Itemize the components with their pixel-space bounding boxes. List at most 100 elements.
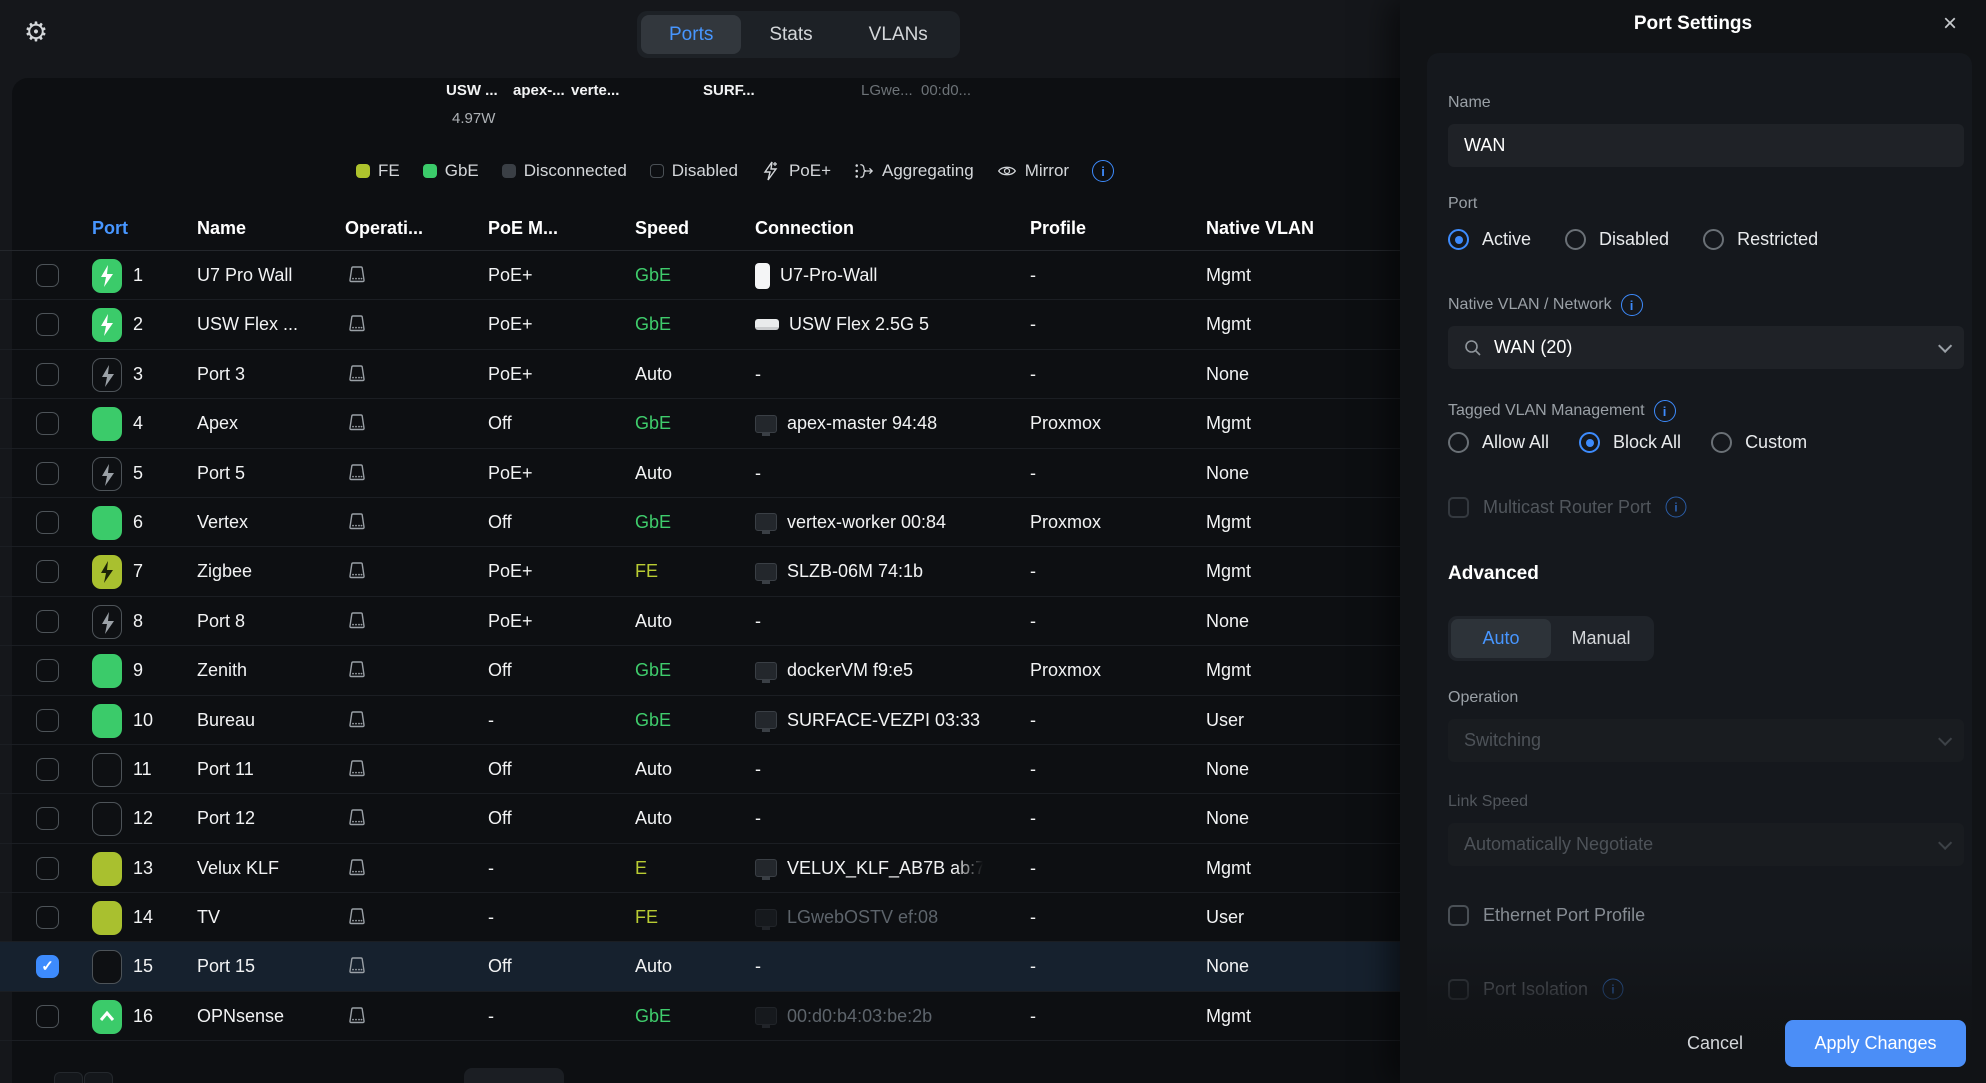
col-connection[interactable]: Connection <box>755 205 854 251</box>
table-row[interactable]: 7 Zigbee PoE+ FE SLZB-06M 74:1b - Mgmt <box>0 547 1400 596</box>
device-label[interactable]: apex-... <box>513 82 565 99</box>
radio-block-all[interactable]: Block All <box>1579 432 1681 453</box>
native-vlan-select[interactable]: WAN (20) <box>1448 326 1964 369</box>
switch-device-icon <box>345 264 369 288</box>
apply-changes-button[interactable]: Apply Changes <box>1785 1020 1966 1067</box>
row-checkbox[interactable] <box>36 610 59 633</box>
port-number: 3 <box>133 350 143 399</box>
table-row[interactable]: 9 Zenith Off GbE dockerVM f9:e5 Proxmox … <box>0 646 1400 695</box>
radio-label: Block All <box>1613 432 1681 453</box>
poe-mode: PoE+ <box>488 547 533 596</box>
tagged-vlan-label-text: Tagged VLAN Management <box>1448 402 1645 420</box>
col-name[interactable]: Name <box>197 205 246 251</box>
radio-allow-all[interactable]: Allow All <box>1448 432 1549 453</box>
device-label[interactable]: LGwe... <box>861 82 913 99</box>
table-row[interactable]: 1 U7 Pro Wall PoE+ GbE U7-Pro-Wall - Mgm… <box>0 251 1400 300</box>
close-icon[interactable]: × <box>1934 8 1966 40</box>
row-checkbox[interactable] <box>36 462 59 485</box>
switch-device-icon <box>345 807 369 831</box>
device-label[interactable]: 00:d0... <box>921 82 971 99</box>
col-poe-mode[interactable]: PoE M... <box>488 205 558 251</box>
link-speed-select[interactable]: Automatically Negotiate <box>1448 823 1964 866</box>
row-checkbox[interactable] <box>36 659 59 682</box>
radio-custom[interactable]: Custom <box>1711 432 1807 453</box>
poe-mode: Off <box>488 498 512 547</box>
row-checkbox[interactable] <box>36 1005 59 1028</box>
segment-manual[interactable]: Manual <box>1551 619 1651 658</box>
table-row[interactable]: 4 Apex Off GbE apex-master 94:48 Proxmox… <box>0 399 1400 448</box>
table-row[interactable]: 15 Port 15 Off Auto - - None <box>0 942 1400 991</box>
settings-gear-icon[interactable]: ⚙ <box>18 14 54 50</box>
table-row[interactable]: 6 Vertex Off GbE vertex-worker 00:84 Pro… <box>0 498 1400 547</box>
device-label[interactable]: verte... <box>571 82 619 99</box>
operation-select[interactable]: Switching <box>1448 719 1964 762</box>
table-row[interactable]: 5 Port 5 PoE+ Auto - - None <box>0 449 1400 498</box>
table-row[interactable]: 3 Port 3 PoE+ Auto - - None <box>0 350 1400 399</box>
table-row[interactable]: 13 Velux KLF - E VELUX_KLF_AB7B ab:7 - M… <box>0 844 1400 893</box>
port-status-icon <box>92 605 122 639</box>
table-row[interactable]: 11 Port 11 Off Auto - - None <box>0 745 1400 794</box>
port-name: Port 15 <box>197 942 255 991</box>
table-row[interactable]: 10 Bureau - GbE SURFACE-VEZPI 03:33 - Us… <box>0 696 1400 745</box>
tab-ports[interactable]: Ports <box>641 15 741 54</box>
name-input[interactable]: WAN <box>1448 124 1964 167</box>
port-isolation-checkbox[interactable]: Port Isolation i <box>1448 978 1624 1000</box>
poe-bolt-icon <box>761 161 781 181</box>
tab-stats[interactable]: Stats <box>741 15 840 54</box>
pagination-button[interactable] <box>84 1072 113 1083</box>
port-status-icon <box>92 407 122 441</box>
row-checkbox[interactable] <box>36 313 59 336</box>
pagination-button[interactable] <box>54 1072 83 1083</box>
row-checkbox[interactable] <box>36 955 59 978</box>
radio-disabled[interactable]: Disabled <box>1565 229 1669 250</box>
row-checkbox[interactable] <box>36 906 59 929</box>
row-checkbox[interactable] <box>36 807 59 830</box>
col-operation[interactable]: Operati... <box>345 205 423 251</box>
col-native-vlan[interactable]: Native VLAN <box>1206 205 1314 251</box>
checkbox-label: Multicast Router Port <box>1483 497 1651 518</box>
port-speed: GbE <box>635 696 671 745</box>
row-checkbox[interactable] <box>36 709 59 732</box>
col-speed[interactable]: Speed <box>635 205 689 251</box>
port-status-icon <box>92 901 122 935</box>
radio-active[interactable]: Active <box>1448 229 1531 250</box>
row-checkbox[interactable] <box>36 412 59 435</box>
port-speed: Auto <box>635 449 672 498</box>
table-row[interactable]: 2 USW Flex ... PoE+ GbE USW Flex 2.5G 5 … <box>0 300 1400 349</box>
search-icon <box>1464 339 1482 357</box>
pagination-pill[interactable] <box>464 1068 564 1083</box>
table-row[interactable]: 12 Port 12 Off Auto - - None <box>0 794 1400 843</box>
table-row[interactable]: 14 TV - FE LGwebOSTV ef:08 - User <box>0 893 1400 942</box>
row-checkbox[interactable] <box>36 264 59 287</box>
table-row[interactable]: 16 OPNsense - GbE 00:d0:b4:03:be:2b - Mg… <box>0 992 1400 1041</box>
multicast-info-icon[interactable]: i <box>1666 497 1687 518</box>
row-checkbox[interactable] <box>36 758 59 781</box>
connection-cell: - <box>755 597 761 646</box>
row-checkbox[interactable] <box>36 560 59 583</box>
device-label[interactable]: USW ... <box>446 82 498 99</box>
col-port[interactable]: Port <box>92 205 128 251</box>
connection-cell: VELUX_KLF_AB7B ab:7 <box>755 844 985 893</box>
cancel-button[interactable]: Cancel <box>1687 1033 1743 1054</box>
poe-mode: - <box>488 992 494 1041</box>
native-vlan-info-icon[interactable]: i <box>1621 294 1643 316</box>
row-checkbox[interactable] <box>36 857 59 880</box>
segment-auto[interactable]: Auto <box>1451 619 1551 658</box>
port-isolation-info-icon[interactable]: i <box>1603 979 1624 1000</box>
tab-vlans[interactable]: VLANs <box>841 15 956 54</box>
connection-name: vertex-worker 00:84 <box>787 512 946 533</box>
poe-mode: - <box>488 893 494 942</box>
row-checkbox[interactable] <box>36 511 59 534</box>
radio-restricted[interactable]: Restricted <box>1703 229 1818 250</box>
row-checkbox[interactable] <box>36 363 59 386</box>
col-profile[interactable]: Profile <box>1030 205 1086 251</box>
tagged-vlan-info-icon[interactable]: i <box>1654 400 1676 422</box>
multicast-router-port-checkbox[interactable]: Multicast Router Port i <box>1448 496 1687 518</box>
legend-info-icon[interactable]: i <box>1092 160 1114 182</box>
port-name: Zenith <box>197 646 247 695</box>
ethernet-port-profile-checkbox[interactable]: Ethernet Port Profile <box>1448 905 1645 926</box>
device-label[interactable]: SURF... <box>703 82 755 99</box>
poe-mode: PoE+ <box>488 300 533 349</box>
port-number: 14 <box>133 893 153 942</box>
table-row[interactable]: 8 Port 8 PoE+ Auto - - None <box>0 597 1400 646</box>
